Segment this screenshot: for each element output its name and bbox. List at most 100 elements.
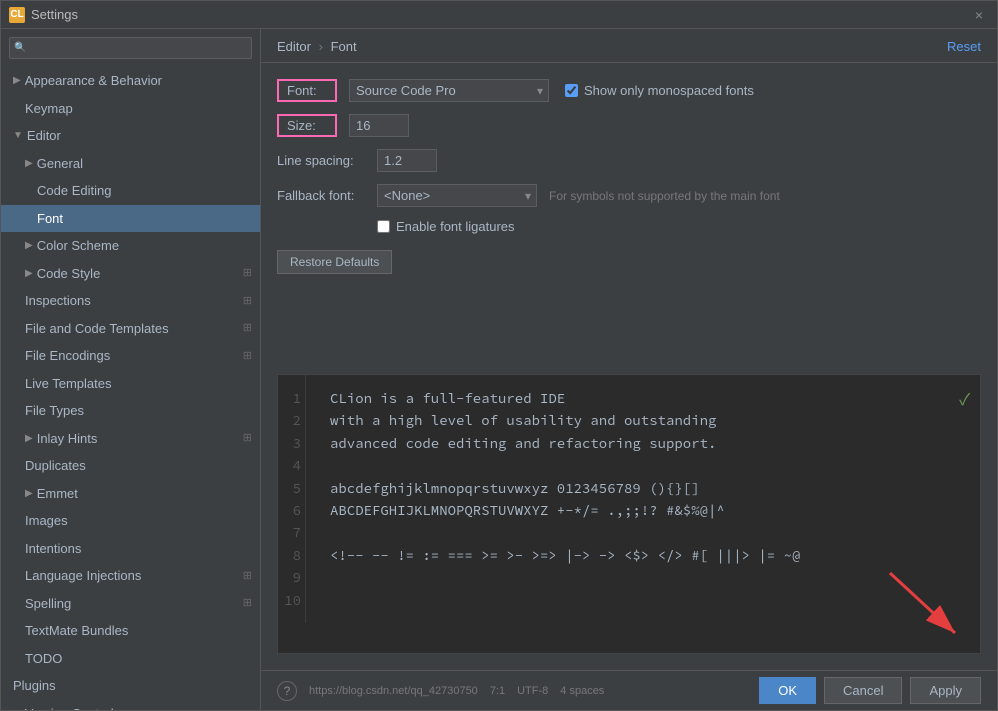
badge-icon: ⊞ <box>243 595 252 612</box>
preview-area: 1 2 3 4 5 6 7 8 9 10 CLion is a full-fea… <box>277 374 981 654</box>
sidebar-item-label: Version Control <box>25 704 114 711</box>
expand-arrow-icon: ▼ <box>13 128 23 143</box>
sidebar-item-color-scheme[interactable]: ▶ Color Scheme <box>1 232 260 260</box>
monospace-checkbox[interactable] <box>565 84 578 97</box>
sidebar-item-emmet[interactable]: ▶ Emmet <box>1 480 260 508</box>
sidebar-item-label: Font <box>37 209 63 229</box>
badge-icon: ⊞ <box>243 348 252 365</box>
fallback-font-row: Fallback font: <None> For symbols not su… <box>277 184 981 207</box>
line-num: 8 <box>282 544 301 566</box>
sidebar-item-label: TextMate Bundles <box>25 621 128 641</box>
main-container: ▶ Appearance & Behavior Keymap ▼ Editor … <box>1 29 997 710</box>
fallback-font-select[interactable]: <None> <box>377 184 537 207</box>
expand-arrow-icon: ▶ <box>25 238 33 253</box>
search-input[interactable] <box>9 37 252 59</box>
dialog-buttons: OK Cancel Apply <box>759 677 981 704</box>
expand-arrow-icon: ▶ <box>13 706 21 710</box>
expand-arrow-icon: ▶ <box>13 73 21 88</box>
sidebar-item-spelling[interactable]: Spelling ⊞ <box>1 590 260 618</box>
sidebar-item-file-encodings[interactable]: File Encodings ⊞ <box>1 342 260 370</box>
sidebar-item-todo[interactable]: TODO <box>1 645 260 673</box>
ok-button[interactable]: OK <box>759 677 816 704</box>
title-bar: CL Settings × <box>1 1 997 29</box>
ligatures-label: Enable font ligatures <box>396 219 515 234</box>
fallback-hint: For symbols not supported by the main fo… <box>549 189 780 203</box>
sidebar-item-label: Emmet <box>37 484 78 504</box>
line-numbers: 1 2 3 4 5 6 7 8 9 10 <box>278 375 306 623</box>
sidebar-item-code-style[interactable]: ▶ Code Style ⊞ <box>1 260 260 288</box>
sidebar-item-label: File Types <box>25 401 84 421</box>
status-indent: 4 spaces <box>560 685 604 697</box>
sidebar-item-editor[interactable]: ▼ Editor <box>1 122 260 150</box>
sidebar-item-label: Appearance & Behavior <box>25 71 162 91</box>
font-select[interactable]: Source Code Pro <box>349 79 549 102</box>
sidebar-item-label: Editor <box>27 126 61 146</box>
font-select-wrapper: Source Code Pro <box>349 79 549 102</box>
apply-button[interactable]: Apply <box>910 677 981 704</box>
sidebar-item-label: File Encodings <box>25 346 110 366</box>
sidebar-item-font[interactable]: Font <box>1 205 260 233</box>
ligatures-row: Enable font ligatures <box>277 219 981 234</box>
badge-icon: ⊞ <box>243 568 252 585</box>
sidebar-item-appearance[interactable]: ▶ Appearance & Behavior <box>1 67 260 95</box>
fallback-font-select-wrapper: <None> <box>377 184 537 207</box>
window-title: Settings <box>31 7 969 22</box>
line-spacing-label: Line spacing: <box>277 153 377 168</box>
expand-arrow-icon: ▶ <box>25 431 33 446</box>
restore-defaults-button[interactable]: Restore Defaults <box>277 250 392 274</box>
reset-link[interactable]: Reset <box>947 39 981 54</box>
size-input[interactable]: 16 <box>349 114 409 137</box>
sidebar-item-code-editing[interactable]: Code Editing <box>1 177 260 205</box>
sidebar-item-inspections[interactable]: Inspections ⊞ <box>1 287 260 315</box>
sidebar-tree: ▶ Appearance & Behavior Keymap ▼ Editor … <box>1 67 260 710</box>
line-num: 5 <box>282 477 301 499</box>
badge-icon: ⊞ <box>243 293 252 310</box>
sidebar-item-label: Color Scheme <box>37 236 119 256</box>
font-label: Font: <box>277 79 337 102</box>
sidebar-item-language-injections[interactable]: Language Injections ⊞ <box>1 562 260 590</box>
cancel-button[interactable]: Cancel <box>824 677 902 704</box>
sidebar-item-plugins[interactable]: Plugins <box>1 672 260 700</box>
monospace-checkbox-row: Show only monospaced fonts <box>565 83 754 98</box>
sidebar-item-keymap[interactable]: Keymap <box>1 95 260 123</box>
monospace-label: Show only monospaced fonts <box>584 83 754 98</box>
sidebar-item-label: Intentions <box>25 539 81 559</box>
sidebar-item-textmate-bundles[interactable]: TextMate Bundles <box>1 617 260 645</box>
breadcrumb-separator: › <box>319 39 323 54</box>
sidebar-item-file-code-templates[interactable]: File and Code Templates ⊞ <box>1 315 260 343</box>
size-row: Size: 16 <box>277 114 981 137</box>
sidebar-item-intentions[interactable]: Intentions <box>1 535 260 563</box>
breadcrumb-current: Font <box>331 39 357 54</box>
url-bar: https://blog.csdn.net/qq_42730750 <box>309 685 478 697</box>
sidebar-item-general[interactable]: ▶ General <box>1 150 260 178</box>
sidebar-item-label: Inspections <box>25 291 91 311</box>
line-num: 1 <box>282 387 301 409</box>
search-box <box>1 29 260 67</box>
line-spacing-input[interactable]: 1.2 <box>377 149 437 172</box>
sidebar-item-images[interactable]: Images <box>1 507 260 535</box>
check-icon: ✓ <box>959 385 970 414</box>
sidebar-item-duplicates[interactable]: Duplicates <box>1 452 260 480</box>
sidebar-item-inlay-hints[interactable]: ▶ Inlay Hints ⊞ <box>1 425 260 453</box>
breadcrumb: Editor › Font <box>277 39 357 54</box>
help-button[interactable]: ? <box>277 681 297 701</box>
sidebar-item-label: Images <box>25 511 68 531</box>
content-header: Editor › Font Reset <box>261 29 997 63</box>
sidebar-item-version-control[interactable]: ▶ Version Control <box>1 700 260 711</box>
close-button[interactable]: × <box>969 5 989 25</box>
size-label: Size: <box>277 114 337 137</box>
ligatures-checkbox[interactable] <box>377 220 390 233</box>
sidebar-item-file-types[interactable]: File Types <box>1 397 260 425</box>
breadcrumb-parent: Editor <box>277 39 311 54</box>
line-num: 7 <box>282 521 301 543</box>
search-wrapper <box>9 37 252 59</box>
bottom-bar: ? https://blog.csdn.net/qq_42730750 7:1 … <box>261 670 997 710</box>
expand-arrow-icon: ▶ <box>25 156 33 171</box>
sidebar-item-label: Inlay Hints <box>37 429 98 449</box>
sidebar-item-live-templates[interactable]: Live Templates <box>1 370 260 398</box>
status-encoding: UTF-8 <box>517 685 548 697</box>
badge-icon: ⊞ <box>243 320 252 337</box>
line-num: 9 <box>282 566 301 588</box>
sidebar-item-label: Keymap <box>25 99 73 119</box>
line-num: 6 <box>282 499 301 521</box>
